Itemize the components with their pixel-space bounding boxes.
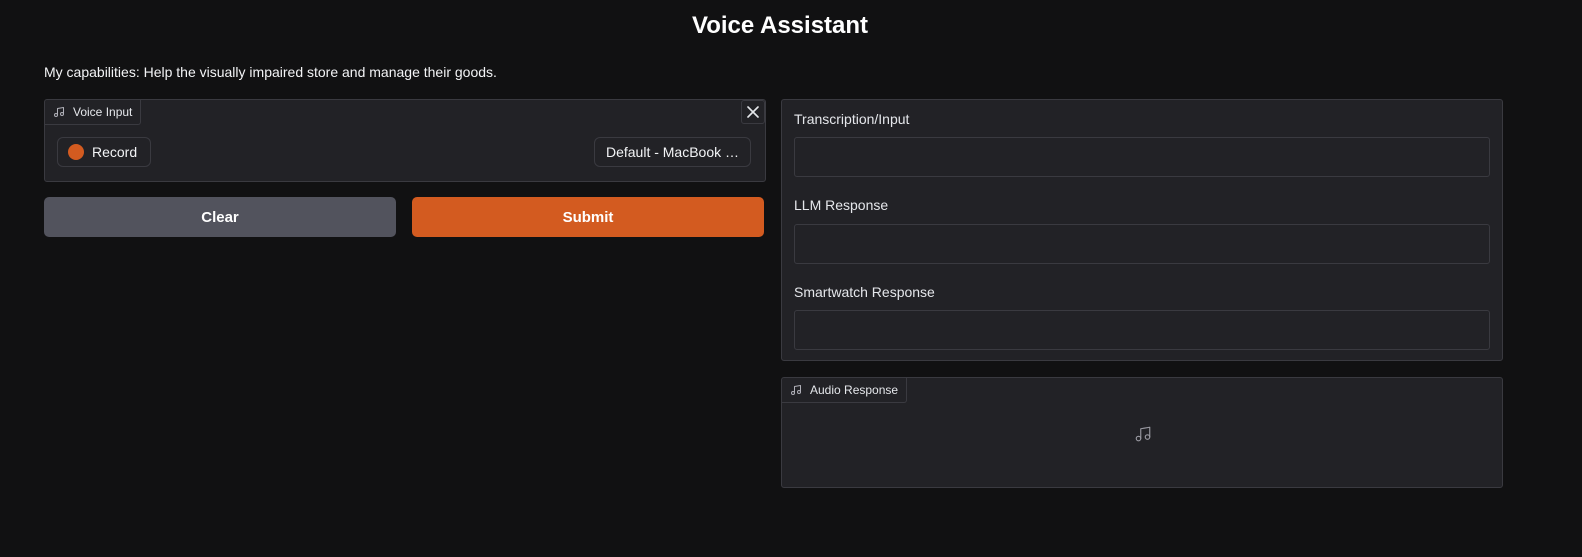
clear-audio-button[interactable] <box>741 100 765 124</box>
smartwatch-response-field[interactable] <box>794 310 1490 350</box>
music-note-icon <box>54 107 64 117</box>
music-note-icon <box>791 385 801 395</box>
transcription-label: Transcription/Input <box>794 111 910 127</box>
outputs-panel: Transcription/Input LLM Response Smartwa… <box>781 99 1503 361</box>
record-button-label: Record <box>92 144 138 160</box>
voice-input-panel: Voice Input Record Default - MacBook … <box>44 99 766 182</box>
record-button[interactable]: Record <box>57 137 151 167</box>
llm-response-label: LLM Response <box>794 197 889 213</box>
voice-input-label: Voice Input <box>73 105 133 119</box>
submit-button[interactable]: Submit <box>412 197 764 237</box>
transcription-field[interactable] <box>794 137 1490 177</box>
music-note-placeholder-icon <box>1135 426 1151 442</box>
voice-input-label-tag: Voice Input <box>45 100 142 125</box>
audio-response-label: Audio Response <box>810 383 899 397</box>
clear-button[interactable]: Clear <box>44 197 396 237</box>
audio-response-label-tag: Audio Response <box>782 378 908 403</box>
llm-response-field[interactable] <box>794 224 1490 264</box>
audio-response-panel: Audio Response <box>781 377 1503 488</box>
page-title: Voice Assistant <box>691 12 869 39</box>
record-icon <box>68 144 84 160</box>
close-icon <box>747 106 759 118</box>
microphone-select[interactable]: Default - MacBook … <box>594 137 751 167</box>
smartwatch-response-label: Smartwatch Response <box>794 284 935 300</box>
capabilities-description: My capabilities: Help the visually impai… <box>44 64 497 80</box>
